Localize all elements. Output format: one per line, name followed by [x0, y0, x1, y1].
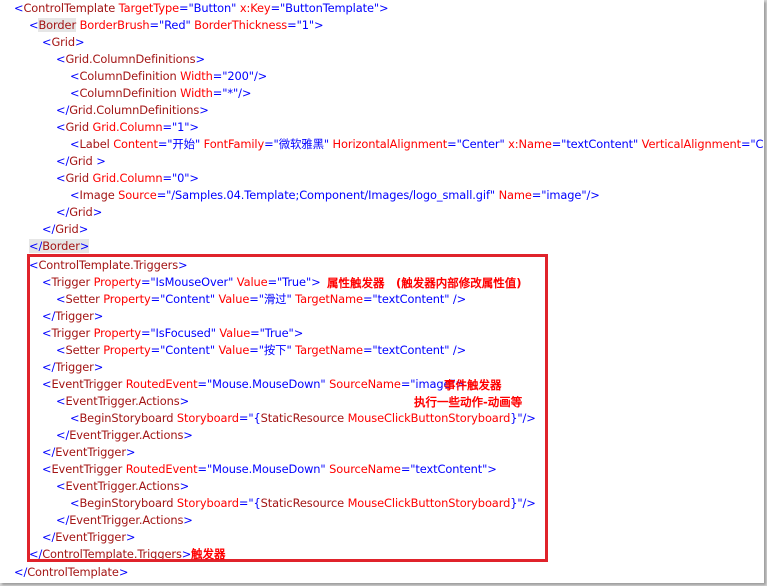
code-token: ="image": [531, 188, 587, 202]
code-token: </: [56, 103, 70, 117]
code-token: >: [118, 565, 129, 579]
code-token: Grid.Column: [88, 120, 163, 134]
code-token: ="1": [162, 120, 190, 134]
code-token: ="textContent": [551, 137, 639, 151]
code-token: Grid.ColumnDefinitions: [65, 52, 196, 66]
code-line: </Grid>: [42, 221, 88, 238]
code-token: BorderBrush: [76, 18, 150, 32]
annotation-event-trigger-note: 执行一些动作-动画等: [414, 395, 523, 409]
code-token: >: [199, 103, 209, 117]
code-token: ="ButtonTemplate": [270, 1, 380, 15]
code-token: ColumnDefinition: [79, 86, 177, 100]
code-token: </: [42, 222, 56, 236]
code-line: <Grid Grid.Column="0">: [56, 170, 199, 187]
code-token: Label: [79, 137, 110, 151]
code-line: </Grid >: [56, 153, 106, 170]
code-line: <Grid>: [42, 34, 85, 51]
annotation-triggers: 触发器: [191, 547, 226, 561]
code-token: />: [238, 86, 252, 100]
code-line: <Image Source="/Samples.04.Template;Comp…: [70, 187, 600, 204]
code-token: >: [189, 171, 199, 185]
code-token: >: [78, 222, 89, 236]
code-token: Grid.ColumnDefinitions: [69, 103, 200, 117]
code-token: TargetType: [115, 1, 180, 15]
code-token: </: [14, 565, 28, 579]
code-token: ="Center": [447, 137, 505, 151]
code-token: Source: [114, 188, 157, 202]
code-token: ="/Samples.04.Template;Component/Images/…: [156, 188, 496, 202]
code-token: ControlTemplate: [27, 565, 119, 579]
code-token: ="0": [162, 171, 190, 185]
code-token: Grid: [69, 154, 93, 168]
code-line: </Border>: [29, 238, 89, 255]
code-token: HorizontalAlignment: [329, 137, 448, 151]
code-token: >: [74, 35, 85, 49]
code-token: >: [79, 239, 90, 253]
code-token: >: [92, 205, 103, 219]
code-token: Grid: [65, 171, 89, 185]
code-token: ="200": [212, 69, 254, 83]
code-token: Width: [176, 69, 213, 83]
code-token: Grid: [51, 35, 75, 49]
code-token: >: [92, 154, 106, 168]
code-line: <Label Content="开始" FontFamily="微软雅黑" Ho…: [70, 136, 764, 153]
annotation-property-trigger: 属性触发器: [327, 276, 385, 290]
code-token: x:Name: [504, 137, 552, 151]
code-token: />: [253, 69, 268, 83]
code-token: </: [56, 154, 70, 168]
code-token: </: [56, 205, 70, 219]
annotation-property-trigger-note: (触发器内部修改属性值): [396, 276, 522, 290]
code-line: </Grid>: [56, 204, 102, 221]
code-token: Border: [38, 18, 77, 32]
code-line: <ColumnDefinition Width="*"/>: [70, 85, 251, 102]
code-line: <Border BorderBrush="Red" BorderThicknes…: [29, 17, 324, 34]
code-line: <ColumnDefinition Width="200"/>: [70, 68, 267, 85]
code-token: >: [314, 18, 324, 32]
code-token: Grid: [65, 120, 89, 134]
code-token: Border: [42, 239, 80, 253]
code-token: VerticalAlignment: [638, 137, 741, 151]
code-token: >: [195, 52, 206, 66]
code-line: </ControlTemplate>: [14, 564, 128, 581]
code-line: <ControlTemplate TargetType="Button" x:K…: [14, 0, 389, 17]
code-token: ="微软雅黑": [264, 137, 329, 151]
code-line: <Grid Grid.Column="1">: [56, 119, 199, 136]
code-token: >: [189, 120, 199, 134]
code-token: Grid: [55, 222, 79, 236]
code-token: >: [379, 1, 389, 15]
xaml-code-screenshot: <ControlTemplate TargetType="Button" x:K…: [0, 0, 764, 583]
code-token: Grid.Column: [88, 171, 163, 185]
code-token: BorderThickness: [190, 18, 288, 32]
code-token: ="Center": [740, 137, 764, 151]
code-token: ="1": [287, 18, 314, 32]
annotation-event-trigger: 事件触发器: [444, 378, 502, 392]
code-token: ="Button": [179, 1, 237, 15]
code-token: </: [29, 239, 43, 253]
code-token: ColumnDefinition: [79, 69, 177, 83]
code-token: ="Red": [149, 18, 191, 32]
code-line: <Grid.ColumnDefinitions>: [56, 51, 205, 68]
code-token: Name: [495, 188, 532, 202]
code-line: </Grid.ColumnDefinitions>: [56, 102, 209, 119]
code-token: Content: [109, 137, 158, 151]
code-token: ="*": [212, 86, 239, 100]
code-token: ="开始": [157, 137, 201, 151]
code-token: Grid: [69, 205, 93, 219]
code-token: FontFamily: [200, 137, 265, 151]
code-token: x:Key: [236, 1, 271, 15]
code-token: ControlTemplate: [23, 1, 116, 15]
code-token: Width: [176, 86, 213, 100]
code-token: />: [586, 188, 600, 202]
code-token: Image: [79, 188, 115, 202]
